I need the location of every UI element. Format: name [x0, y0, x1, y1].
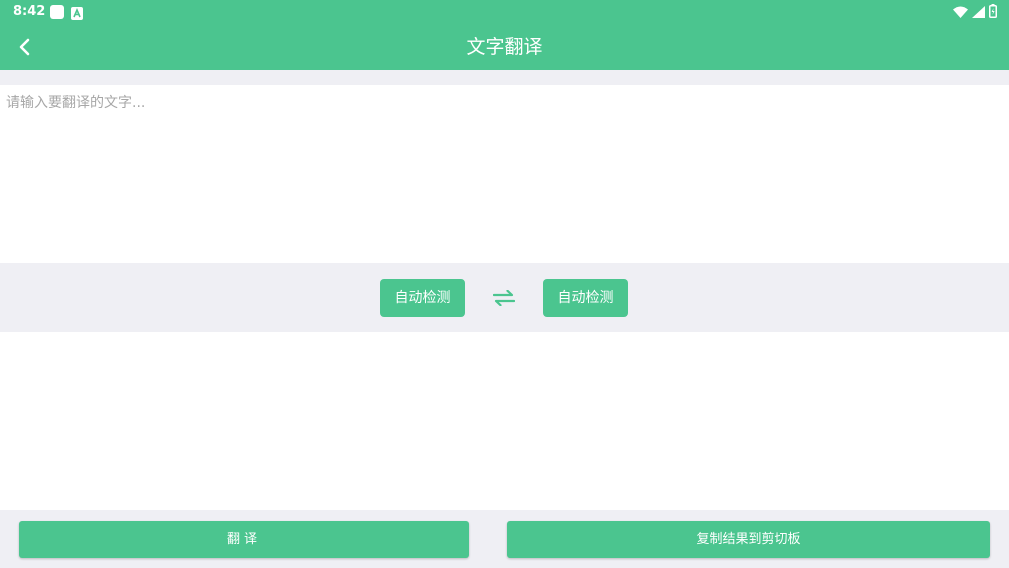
swap-languages-button[interactable]	[489, 286, 519, 310]
status-bar: 8:42	[0, 0, 1009, 24]
copy-result-button[interactable]: 复制结果到剪切板	[507, 521, 990, 558]
source-text-input[interactable]	[0, 85, 1009, 263]
app-header: 8:42 文字翻译	[0, 0, 1009, 70]
language-selector-bar: 自动检测 自动检测	[0, 264, 1009, 332]
back-button[interactable]	[8, 30, 42, 64]
toolbar: 文字翻译	[0, 24, 1009, 70]
translate-button[interactable]: 翻译	[19, 521, 469, 558]
wifi-icon	[953, 3, 968, 22]
chevron-left-icon	[19, 38, 30, 56]
source-text-area	[0, 85, 1009, 263]
source-language-button[interactable]: 自动检测	[380, 279, 465, 317]
target-language-button[interactable]: 自动检测	[543, 279, 628, 317]
swap-arrows-icon	[493, 290, 515, 306]
action-bar: 翻译 复制结果到剪切板	[0, 510, 1009, 568]
status-time: 8:42	[13, 4, 46, 19]
cellular-signal-icon	[972, 3, 985, 22]
system-status-icons	[953, 3, 997, 22]
battery-icon	[989, 3, 997, 22]
translation-result-text	[0, 332, 1009, 346]
translate-screen: 8:42 文字翻译 请输入要翻译的文字... 自动检测 自动检测 翻译 复制结果…	[0, 0, 1009, 568]
app-notification-icon	[71, 5, 83, 20]
translation-result-area	[0, 332, 1009, 510]
square-notification-icon	[50, 5, 64, 19]
page-title: 文字翻译	[466, 36, 543, 58]
